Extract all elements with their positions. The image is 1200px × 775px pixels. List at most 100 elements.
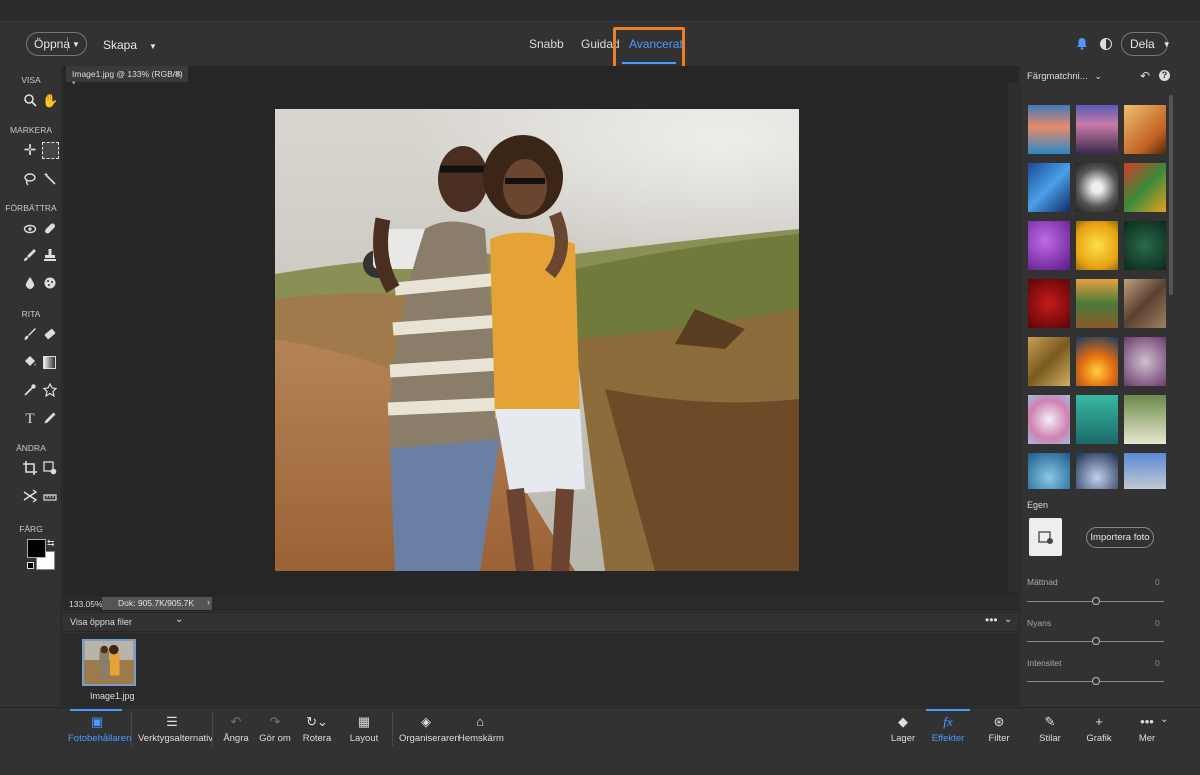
preset-thumbnail[interactable]	[1124, 221, 1166, 270]
help-icon[interactable]: ?	[1159, 70, 1170, 81]
preset-thumbnail[interactable]	[1076, 163, 1118, 212]
document-tab[interactable]: Image1.jpg @ 133% (RGB/8) * ✕	[66, 66, 188, 89]
chevron-down-icon[interactable]: ▼	[68, 40, 80, 49]
layers-icon: ◆	[898, 714, 908, 729]
lasso-tool-icon[interactable]	[22, 172, 38, 188]
gradient-tool-icon[interactable]	[42, 355, 58, 371]
hue-slider-handle[interactable]	[1092, 637, 1100, 645]
import-photo-button[interactable]: Importera foto	[1086, 527, 1154, 548]
preset-thumbnail[interactable]	[1124, 395, 1166, 444]
theme-toggle-icon[interactable]	[1100, 38, 1112, 50]
clone-stamp-icon[interactable]	[42, 248, 58, 264]
file-name: Image1.jpg	[90, 691, 135, 701]
photo-bin-button[interactable]: ▣ Fotobehållaren	[68, 713, 131, 744]
chevron-right-icon[interactable]: ›	[207, 597, 210, 607]
preset-thumbnail[interactable]	[1028, 337, 1070, 386]
preset-thumbnail[interactable]	[1076, 395, 1118, 444]
recompose-tool-icon[interactable]	[42, 461, 58, 477]
paint-bucket-icon[interactable]	[22, 355, 38, 371]
photo-bin	[63, 633, 1018, 706]
preset-thumbnail[interactable]	[1124, 453, 1166, 489]
text-tool-icon[interactable]: T	[22, 411, 38, 427]
tools-panel: VISA ✋ MARKERA ✛ FÖRBÄTTRA RITA T ÄNDRA …	[0, 66, 62, 706]
intensity-slider-handle[interactable]	[1092, 677, 1100, 685]
preset-thumbnail[interactable]	[1028, 395, 1070, 444]
preset-thumbnail[interactable]	[1028, 105, 1070, 154]
bin-filter-label[interactable]: Visa öppna filer	[70, 617, 132, 627]
document-size-text: Dok: 905.7K/905.7K	[118, 598, 195, 608]
chevron-down-icon[interactable]: ⌄	[1160, 714, 1168, 725]
canvas-vertical-scrollbar[interactable]	[1008, 82, 1018, 592]
magic-wand-icon[interactable]	[42, 172, 58, 188]
create-menu[interactable]: Skapa ▼	[103, 38, 157, 52]
zoom-tool-icon[interactable]	[22, 93, 38, 109]
separator	[131, 712, 132, 746]
chevron-down-icon[interactable]: ⌄	[1004, 614, 1012, 625]
straighten-tool-icon[interactable]	[42, 489, 58, 505]
preset-thumbnail[interactable]	[1124, 279, 1166, 328]
add-image-icon	[1038, 531, 1053, 544]
eraser-tool-icon[interactable]	[42, 327, 58, 343]
preset-thumbnail[interactable]	[1076, 221, 1118, 270]
blur-tool-icon[interactable]	[22, 276, 38, 292]
preset-thumbnail[interactable]	[1076, 337, 1118, 386]
zoom-level[interactable]: 133.05%	[69, 599, 103, 609]
effects-button[interactable]: fx Effekter	[928, 713, 968, 744]
layout-button[interactable]: ▦ Layout	[347, 713, 381, 744]
more-button[interactable]: ••• Mer	[1134, 713, 1160, 744]
preset-thumbnail[interactable]	[1028, 163, 1070, 212]
chevron-down-icon[interactable]: ⌄	[175, 614, 183, 625]
redo-button[interactable]: ↷ Gör om	[259, 713, 291, 744]
move-tool-icon[interactable]: ✛	[22, 143, 38, 159]
preset-thumbnail[interactable]	[1028, 221, 1070, 270]
pencil-tool-icon[interactable]	[42, 411, 58, 427]
preset-thumbnail[interactable]	[1028, 279, 1070, 328]
open-button[interactable]: Öppna ▼	[26, 32, 87, 56]
foreground-color-swatch[interactable]	[27, 539, 46, 558]
preset-thumbnail[interactable]	[1076, 279, 1118, 328]
smart-brush-icon[interactable]	[22, 248, 38, 264]
preset-thumbnail[interactable]	[1124, 105, 1166, 154]
document-info[interactable]: Dok: 905.7K/905.7K ›	[102, 597, 212, 610]
marquee-tool-icon[interactable]	[42, 142, 59, 159]
reset-icon[interactable]: ↶	[1140, 69, 1150, 83]
healing-brush-icon[interactable]	[42, 221, 58, 237]
custom-photo-slot[interactable]	[1029, 518, 1062, 556]
styles-button-label: Stilar	[1039, 733, 1061, 744]
preset-thumbnail[interactable]	[1028, 453, 1070, 489]
graphics-button[interactable]: + Grafik	[1084, 713, 1114, 744]
sponge-tool-icon[interactable]	[42, 276, 58, 292]
hand-tool-icon[interactable]: ✋	[42, 93, 58, 109]
eyedropper-icon[interactable]	[22, 383, 38, 399]
organizer-button[interactable]: ◈ Organiseraren	[399, 713, 460, 744]
undo-button[interactable]: ↶ Ångra	[221, 713, 251, 744]
preset-thumbnail[interactable]	[1076, 453, 1118, 489]
mode-tab-quick[interactable]: Snabb	[529, 37, 564, 51]
crop-tool-icon[interactable]	[22, 461, 38, 477]
custom-shape-icon[interactable]	[42, 382, 58, 399]
content-aware-move-icon[interactable]	[22, 489, 38, 505]
swap-colors-icon[interactable]: ⇆	[47, 538, 55, 549]
file-thumbnail[interactable]	[82, 639, 136, 686]
home-screen-button[interactable]: ⌂ Hemskärm	[458, 713, 504, 744]
panel-dropdown[interactable]: Färgmatchni... ⌄	[1027, 71, 1102, 82]
active-indicator	[926, 709, 970, 711]
preset-thumbnail[interactable]	[1124, 163, 1166, 212]
more-options-icon[interactable]: •••	[985, 613, 998, 627]
preset-thumbnail[interactable]	[1124, 337, 1166, 386]
tool-options-button[interactable]: ☰ Verktygsalternativ	[138, 713, 213, 744]
preset-thumbnail[interactable]	[1076, 105, 1118, 154]
styles-button[interactable]: ✎ Stilar	[1036, 713, 1064, 744]
bell-icon[interactable]	[1076, 37, 1088, 50]
share-button[interactable]: Dela ▼	[1121, 32, 1171, 56]
section-label-draw: RITA	[21, 309, 41, 319]
brush-tool-icon[interactable]	[22, 327, 38, 343]
saturation-slider-handle[interactable]	[1092, 597, 1100, 605]
red-eye-tool-icon[interactable]	[22, 221, 38, 237]
rotate-button[interactable]: ↻⌄ Rotera	[300, 713, 334, 744]
filter-button[interactable]: ⊛ Filter	[984, 713, 1014, 744]
layers-button[interactable]: ◆ Lager	[888, 713, 918, 744]
presets-scrollbar[interactable]	[1169, 95, 1173, 295]
close-icon[interactable]: ✕	[174, 69, 182, 80]
default-colors-icon[interactable]	[27, 562, 34, 569]
